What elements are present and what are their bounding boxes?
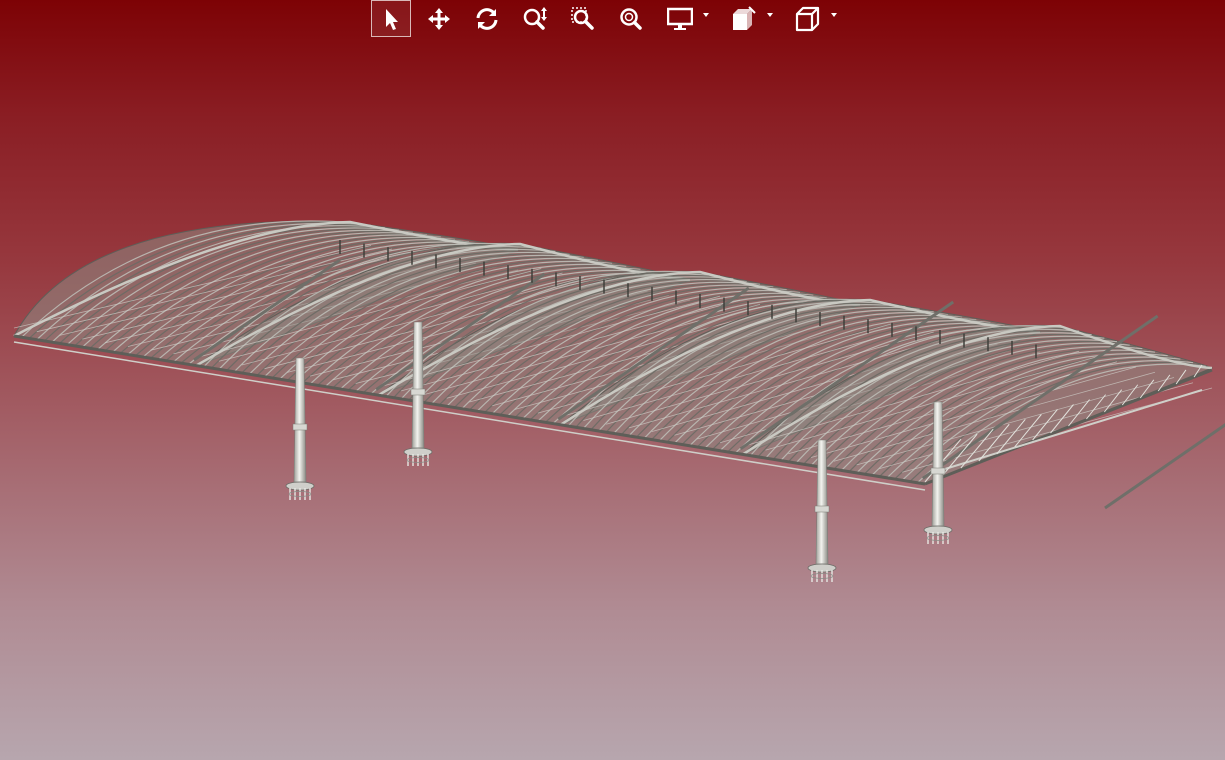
roof-structure (13, 220, 1225, 510)
3d-viewport[interactable] (0, 0, 1225, 760)
canopy-model[interactable] (0, 0, 1225, 760)
